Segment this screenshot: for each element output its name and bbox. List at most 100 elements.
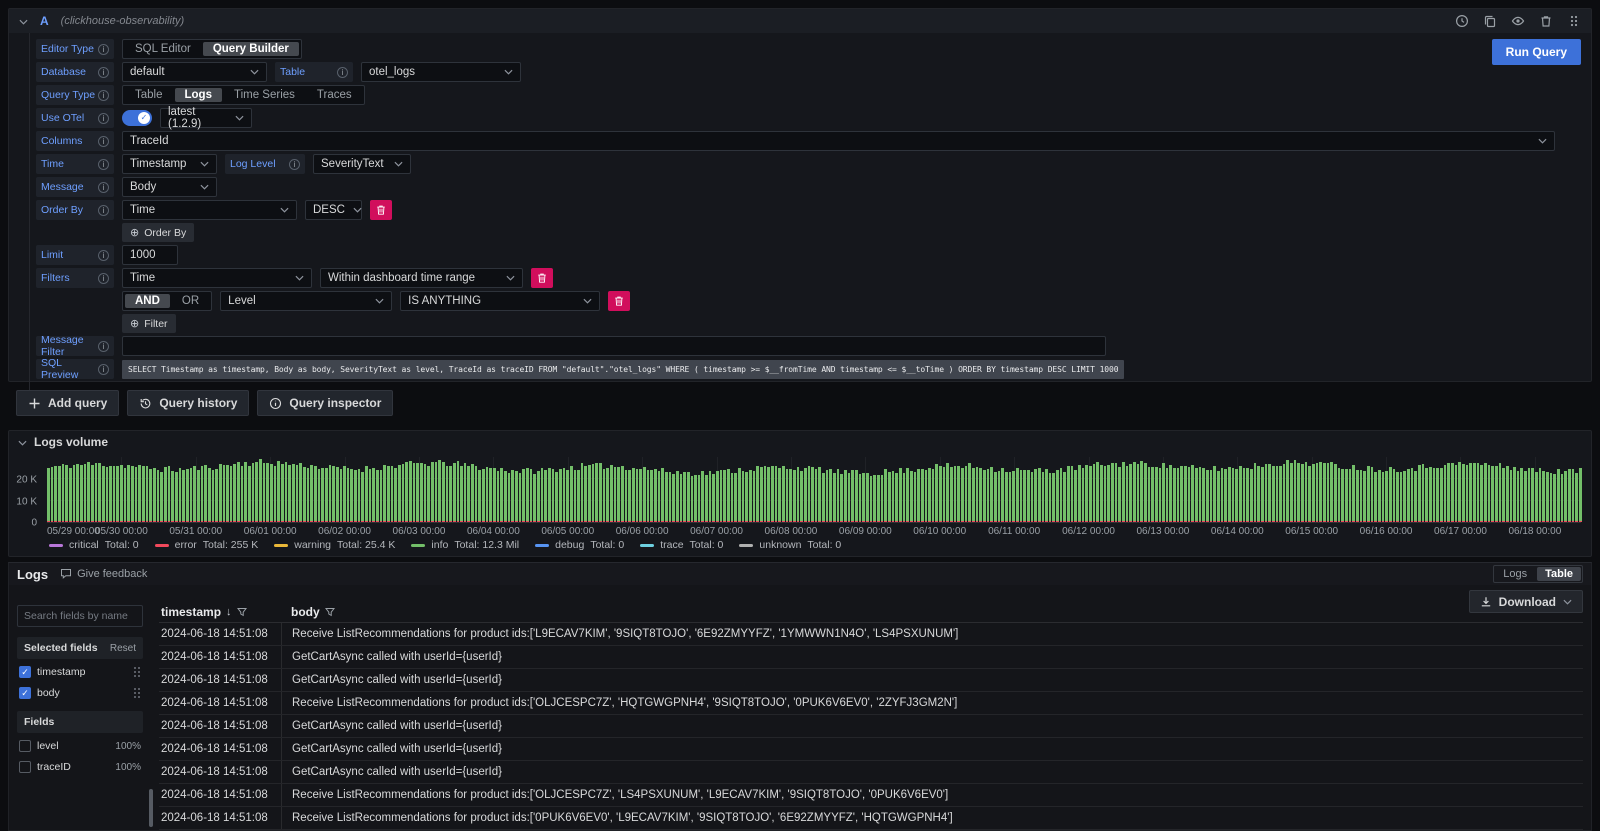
legend-item-debug[interactable]: debugTotal: 0: [535, 539, 624, 551]
info-icon[interactable]: [289, 159, 300, 170]
volume-bar: [255, 462, 258, 522]
table-row[interactable]: 2024-06-18 14:51:08GetCartAsync called w…: [159, 646, 1583, 669]
volume-bar: [950, 467, 953, 522]
info-icon[interactable]: [98, 136, 109, 147]
volume-bar: [1436, 468, 1439, 522]
filter-funnel-icon[interactable]: [325, 607, 335, 617]
time-column-select[interactable]: Timestamp: [122, 154, 217, 174]
filter2-field-select[interactable]: Level: [220, 291, 392, 311]
checkbox-checked[interactable]: ✓: [19, 666, 31, 678]
remove-filter2-button[interactable]: [608, 291, 630, 311]
add-order-by-button[interactable]: ⊕Order By: [122, 223, 194, 242]
duplicate-query-icon[interactable]: [1483, 14, 1497, 28]
query-type-option-table[interactable]: Table: [125, 88, 173, 102]
legend-item-info[interactable]: infoTotal: 12.3 Mil: [411, 539, 519, 551]
limit-input[interactable]: [122, 245, 178, 265]
connector-option-and[interactable]: AND: [125, 294, 170, 308]
filter2-operator-select[interactable]: IS ANYTHING: [400, 291, 600, 311]
volume-bar: [782, 466, 785, 522]
info-icon[interactable]: [98, 113, 109, 124]
table-select[interactable]: otel_logs: [361, 62, 521, 82]
drag-handle-icon[interactable]: [1567, 14, 1581, 28]
run-query-button[interactable]: Run Query: [1492, 39, 1581, 65]
logs-volume-header[interactable]: Logs volume: [9, 431, 1591, 453]
info-icon[interactable]: [98, 44, 109, 55]
legend-item-warning[interactable]: warningTotal: 25.4 K: [274, 539, 395, 551]
legend-item-critical[interactable]: criticalTotal: 0: [49, 539, 139, 551]
order-by-field-select[interactable]: Time: [122, 200, 297, 220]
checkbox-unchecked[interactable]: [19, 761, 31, 773]
legend-item-trace[interactable]: traceTotal: 0: [640, 539, 723, 551]
remove-order-by-button[interactable]: [370, 200, 392, 220]
query-type-option-logs[interactable]: Logs: [175, 88, 222, 102]
view-option-logs[interactable]: Logs: [1495, 567, 1535, 581]
query-history-icon[interactable]: [1455, 14, 1469, 28]
timestamp-column-header[interactable]: timestamp ↓: [159, 605, 281, 619]
message-column-select[interactable]: Body: [122, 177, 217, 197]
info-icon[interactable]: [98, 67, 109, 78]
hide-response-eye-icon[interactable]: [1511, 14, 1525, 28]
database-select[interactable]: default: [122, 62, 267, 82]
query-inspector-button[interactable]: Query inspector: [257, 390, 393, 416]
checkbox-unchecked[interactable]: [19, 740, 31, 752]
editor-type-option-query-builder[interactable]: Query Builder: [203, 42, 299, 56]
remove-filter-button[interactable]: [531, 268, 553, 288]
table-row[interactable]: 2024-06-18 14:51:08Receive ListRecommend…: [159, 623, 1583, 646]
give-feedback-link[interactable]: Give feedback: [60, 568, 147, 580]
remove-query-trash-icon[interactable]: [1539, 14, 1553, 28]
legend-item-unknown[interactable]: unknownTotal: 0: [739, 539, 841, 551]
message-filter-input[interactable]: [122, 336, 1106, 356]
search-fields-input[interactable]: [17, 605, 143, 627]
info-icon[interactable]: [98, 364, 109, 375]
body-cell: GetCartAsync called with userId={userId}: [281, 669, 1583, 691]
volume-bar: [424, 464, 427, 522]
filter-operator-select[interactable]: Within dashboard time range: [320, 268, 523, 288]
query-type-option-traces[interactable]: Traces: [307, 88, 362, 102]
info-icon[interactable]: [98, 273, 109, 284]
volume-bar: [215, 469, 218, 522]
filter-field-select[interactable]: Time: [122, 268, 312, 288]
editor-type-option-sql-editor[interactable]: SQL Editor: [125, 42, 201, 56]
view-option-table[interactable]: Table: [1537, 567, 1581, 581]
drag-handle-icon[interactable]: [134, 667, 141, 678]
add-filter-button[interactable]: ⊕Filter: [122, 314, 176, 333]
log-level-column-select[interactable]: SeverityText: [313, 154, 411, 174]
volume-bar: [734, 473, 737, 522]
volume-bar: [877, 475, 880, 522]
table-row[interactable]: 2024-06-18 14:51:08GetCartAsync called w…: [159, 738, 1583, 761]
table-row[interactable]: 2024-06-18 14:51:08GetCartAsync called w…: [159, 669, 1583, 692]
volume-bar: [1078, 465, 1081, 522]
info-icon[interactable]: [98, 205, 109, 216]
query-type-option-time-series[interactable]: Time Series: [224, 88, 305, 102]
otel-version-select[interactable]: latest (1.2.9): [160, 108, 252, 128]
query-history-button[interactable]: Query history: [127, 390, 249, 416]
use-otel-toggle[interactable]: ✓: [122, 110, 152, 126]
columns-multiselect[interactable]: TraceId: [122, 131, 1555, 151]
checkbox-checked[interactable]: ✓: [19, 687, 31, 699]
add-query-button[interactable]: Add query: [16, 390, 119, 416]
table-row[interactable]: 2024-06-18 14:51:08Receive ListRecommend…: [159, 692, 1583, 715]
table-row[interactable]: 2024-06-18 14:51:08Receive ListRecommend…: [159, 784, 1583, 807]
filter-funnel-icon[interactable]: [237, 607, 247, 617]
order-by-direction-select[interactable]: DESC: [305, 200, 362, 220]
scrollbar-thumb[interactable]: [149, 789, 153, 827]
info-icon[interactable]: [98, 341, 109, 352]
volume-bar: [778, 468, 781, 522]
body-column-header[interactable]: body: [281, 605, 1583, 619]
sort-desc-icon[interactable]: ↓: [226, 606, 232, 618]
volume-bar: [1502, 468, 1505, 522]
connector-option-or[interactable]: OR: [172, 294, 209, 308]
info-icon[interactable]: [98, 182, 109, 193]
collapse-chevron-icon[interactable]: [19, 14, 28, 28]
table-row[interactable]: 2024-06-18 14:51:08Receive ListRecommend…: [159, 807, 1583, 830]
drag-handle-icon[interactable]: [134, 688, 141, 699]
info-icon[interactable]: [337, 67, 348, 78]
info-icon[interactable]: [98, 250, 109, 261]
legend-item-error[interactable]: errorTotal: 255 K: [155, 539, 259, 551]
reset-button[interactable]: Reset: [110, 643, 136, 654]
view-toggle-group: LogsTable: [1493, 565, 1583, 583]
info-icon[interactable]: [98, 159, 109, 170]
table-row[interactable]: 2024-06-18 14:51:08GetCartAsync called w…: [159, 761, 1583, 784]
info-icon[interactable]: [98, 90, 109, 101]
table-row[interactable]: 2024-06-18 14:51:08GetCartAsync called w…: [159, 715, 1583, 738]
